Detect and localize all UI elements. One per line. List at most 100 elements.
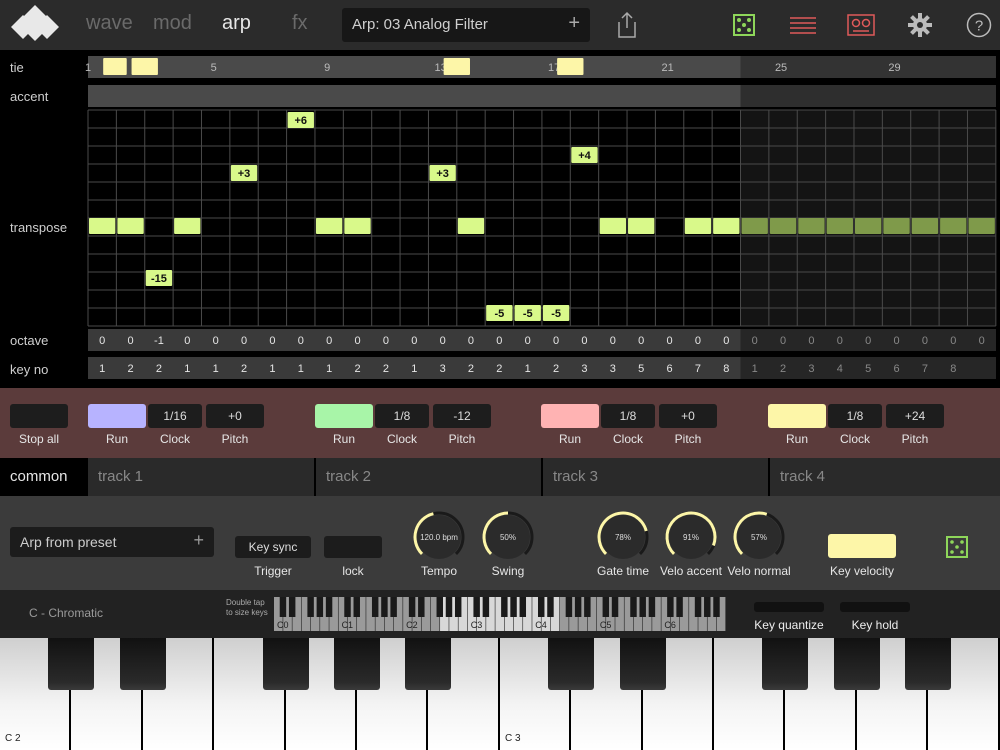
track-4-pitch[interactable]: +24 [886, 404, 944, 428]
tab-track-3[interactable]: track 3 [541, 458, 768, 496]
track-4-run-label: Run [785, 432, 808, 446]
list-icon[interactable] [788, 10, 818, 40]
share-icon[interactable] [612, 10, 642, 40]
tie-mark[interactable] [557, 58, 584, 75]
black-key[interactable] [334, 638, 380, 690]
key-quantize-toggle[interactable] [754, 602, 824, 612]
stop-all-button[interactable] [10, 404, 68, 428]
black-key[interactable] [119, 638, 166, 690]
octave-value: 0 [808, 335, 814, 347]
black-key[interactable] [548, 638, 595, 690]
tie-mark[interactable] [103, 58, 127, 75]
track-1-run-label: Run [105, 432, 128, 446]
track-2-clock[interactable]: 1/8 [375, 404, 429, 428]
key-no-value: 3 [808, 363, 814, 375]
key-no-value: 2 [156, 363, 162, 375]
track-1-run-button[interactable] [88, 404, 146, 428]
stop-all-label: Stop all [18, 432, 60, 446]
knob-value: 50% [500, 533, 516, 542]
track-1-pitch[interactable]: +0 [206, 404, 264, 428]
track-3-pitch[interactable]: +0 [659, 404, 717, 428]
transpose-value: -5 [523, 308, 533, 320]
common-panel: Arp from preset + Key sync Trigger lock … [0, 496, 1000, 590]
transpose-step[interactable] [628, 218, 655, 234]
key-no-value: 2 [468, 363, 474, 375]
octave-value: 0 [752, 335, 758, 347]
transpose-step[interactable] [344, 218, 371, 234]
scale-label[interactable]: C - Chromatic [29, 606, 103, 620]
black-key[interactable] [833, 638, 880, 690]
tape-recorder-icon[interactable] [846, 10, 876, 40]
tab-track-1[interactable]: track 1 [86, 458, 314, 496]
track-1-clock[interactable]: 1/16 [148, 404, 202, 428]
key-velocity-button[interactable] [828, 534, 896, 558]
tie-mark[interactable] [131, 58, 158, 75]
transpose-step[interactable] [89, 218, 116, 234]
step-grid[interactable]: 1 5 9 13 17 21 25 29+6+3 +3+4-15-5 -5 -50 0 -1 0 0 0 0 0 0… [0, 50, 1000, 383]
swing-knob[interactable]: 50% [480, 509, 536, 565]
black-key[interactable] [619, 638, 666, 690]
tab-arp[interactable]: arp [222, 12, 251, 35]
tie-mark[interactable] [443, 58, 470, 75]
track-2-pitch[interactable]: -12 [433, 404, 491, 428]
piano-keyboard[interactable] [0, 638, 1000, 750]
help-icon[interactable]: ? [964, 10, 994, 40]
gate-time-knob[interactable]: 78% [595, 509, 651, 565]
transpose-step[interactable] [117, 218, 144, 234]
octave-value: 0 [922, 335, 928, 347]
black-key[interactable] [762, 638, 809, 690]
preset-add-button[interactable]: + [568, 12, 580, 35]
track-4-run-button[interactable] [768, 404, 826, 428]
key-hold-toggle[interactable] [840, 602, 910, 612]
transpose-step[interactable] [599, 218, 627, 234]
key-no-value: 1 [326, 363, 332, 375]
black-key[interactable] [48, 638, 95, 690]
key-no-value: 6 [667, 363, 673, 375]
transpose-step-inactive [854, 218, 882, 234]
transpose-step[interactable] [684, 218, 712, 234]
octave-value: 0 [184, 335, 190, 347]
mini-black-key [316, 597, 324, 617]
gear-icon[interactable] [905, 10, 935, 40]
black-key[interactable] [405, 638, 452, 690]
preset-selector[interactable]: Arp: 03 Analog Filter + [342, 8, 590, 42]
track-2-pitch-label: Pitch [448, 432, 476, 446]
randomize-dice-icon[interactable] [946, 536, 968, 558]
app-logo-icon[interactable] [8, 3, 62, 47]
octave-value: -1 [154, 335, 164, 347]
octave-value: 0 [581, 335, 587, 347]
swing-label: Swing [491, 564, 525, 578]
tab-common[interactable]: common [0, 458, 86, 496]
tab-mod[interactable]: mod [153, 12, 192, 35]
octave-value: 0 [99, 335, 105, 347]
mini-octave-label: C2 [406, 620, 418, 630]
mini-black-key [639, 597, 646, 617]
step-number: 21 [661, 62, 673, 74]
arp-preset-add-button[interactable]: + [193, 530, 204, 551]
velo-normal-knob[interactable]: 57% [731, 509, 787, 565]
mini-black-key [288, 597, 296, 617]
tab-fx[interactable]: fx [292, 12, 308, 35]
transpose-step[interactable] [174, 218, 201, 234]
track-3-run-button[interactable] [541, 404, 599, 428]
tempo-knob[interactable]: 120.0 bpm [411, 509, 467, 565]
lock-button[interactable] [324, 536, 382, 558]
arp-from-preset-selector[interactable]: Arp from preset + [10, 527, 214, 557]
tab-wave[interactable]: wave [86, 12, 133, 35]
mini-keyboard-range[interactable]: C0 C1 C2 C3 C4 C5 C6 [274, 597, 726, 631]
black-key[interactable] [262, 638, 309, 690]
velo-accent-knob[interactable]: 91% [663, 509, 719, 565]
track-2-run-button[interactable] [315, 404, 373, 428]
black-key[interactable] [905, 638, 952, 690]
transpose-step[interactable] [713, 218, 740, 234]
track-4-clock[interactable]: 1/8 [828, 404, 882, 428]
track-3-clock[interactable]: 1/8 [601, 404, 655, 428]
transpose-step[interactable] [457, 218, 485, 234]
transpose-step[interactable] [315, 218, 343, 234]
dice-icon[interactable] [729, 10, 759, 40]
arp-from-preset-label: Arp from preset [20, 534, 117, 550]
tab-track-4[interactable]: track 4 [768, 458, 1000, 496]
key-sync-button[interactable]: Key sync [235, 536, 311, 558]
tab-track-2[interactable]: track 2 [314, 458, 541, 496]
lock-label: lock [342, 564, 364, 578]
